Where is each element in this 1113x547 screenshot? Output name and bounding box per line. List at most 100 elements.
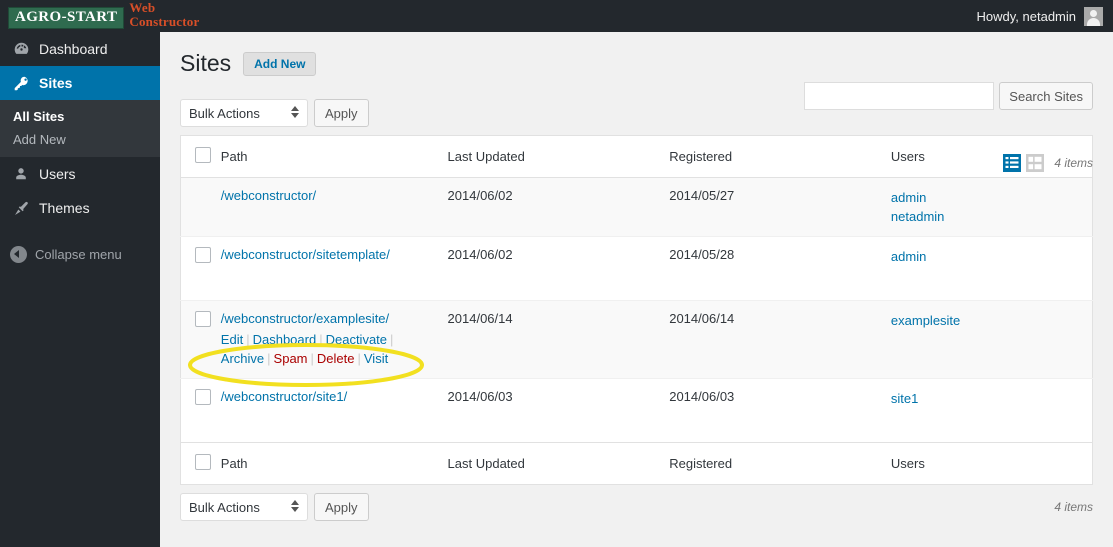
user-link[interactable]: site1 [891, 389, 1092, 408]
row-checkbox[interactable] [195, 389, 211, 405]
row-users-cell: admin [891, 237, 1093, 301]
sidebar-subitem-all-sites[interactable]: All Sites [0, 105, 160, 128]
row-registered-cell: 2014/06/14 [669, 311, 735, 326]
sidebar-item-label: Themes [39, 200, 90, 216]
add-new-site-button[interactable]: Add New [243, 51, 317, 76]
search-input[interactable] [804, 82, 995, 110]
row-checkbox-cell [181, 237, 221, 301]
search-form: Search Sites [804, 82, 1093, 110]
sidebar-subitem-add-new[interactable]: Add New [0, 128, 160, 151]
user-link[interactable]: admin [891, 188, 1092, 207]
screen: AGRO-START Web Constructor Howdy, netadm… [0, 0, 1113, 547]
row-checkbox[interactable] [195, 247, 211, 263]
sidebar-item-dashboard[interactable]: Dashboard [0, 32, 160, 66]
bulk-actions-select-top[interactable]: Bulk Actions [180, 99, 308, 127]
main-content: Sites Add New Search Sites 4 items Bulk … [160, 32, 1113, 547]
column-footer-registered[interactable]: Registered [669, 442, 891, 485]
row-registered-cell: 2014/05/27 [669, 188, 735, 203]
sidebar-divider [0, 225, 160, 237]
bulk-actions-value-top: Bulk Actions [189, 105, 260, 121]
row-checkbox-cell [181, 178, 221, 237]
howdy-account-menu[interactable]: Howdy, netadmin [976, 6, 1113, 26]
column-header-last-updated[interactable]: Last Updated [447, 135, 670, 178]
row-users-cell: examplesite [891, 301, 1093, 379]
user-link[interactable]: admin [891, 247, 1092, 266]
bulk-actions-select-bottom[interactable]: Bulk Actions [180, 493, 308, 521]
row-actions: Edit | Dashboard | Deactivate | Archive | Spam |… [220, 332, 394, 366]
row-action-archive[interactable]: Archive [221, 351, 264, 366]
collapse-menu-button[interactable]: Collapse menu [0, 237, 160, 271]
sidebar-item-label: Dashboard [39, 41, 108, 57]
column-header-path[interactable]: Path [220, 135, 448, 178]
howdy-label: Howdy, netadmin [976, 8, 1076, 24]
row-checkbox[interactable] [195, 311, 211, 327]
table-row: /webconstructor/site1/ 2014/06/03 2014/0… [180, 379, 1093, 443]
page-title: Sites [180, 50, 232, 76]
tablenav-bottom: Bulk Actions Apply 4 items [180, 493, 1093, 521]
site-path-link[interactable]: /webconstructor/ [221, 188, 316, 203]
search-sites-button[interactable]: Search Sites [999, 82, 1093, 110]
admin-bar: AGRO-START Web Constructor Howdy, netadm… [0, 0, 1113, 32]
sites-table-head: Path Last Updated Registered Users [180, 135, 1093, 178]
logo-product-line2: Constructor [129, 14, 200, 29]
excerpt-view-icon[interactable] [1026, 154, 1045, 172]
collapse-arrow-icon [10, 245, 27, 263]
view-mode-switcher: 4 items [1003, 154, 1093, 172]
row-last-updated-cell: 2014/06/14 [447, 311, 513, 326]
table-row: /webconstructor/ 2014/06/02 2014/05/27 a… [180, 177, 1093, 237]
row-users-cell: site1 [891, 379, 1093, 443]
site-path-link[interactable]: /webconstructor/examplesite/ [221, 311, 389, 326]
column-footer-path[interactable]: Path [220, 442, 448, 485]
logo-product-line1: Web [129, 0, 156, 15]
column-footer-last-updated[interactable]: Last Updated [447, 442, 670, 485]
row-checkbox-cell [181, 301, 221, 379]
user-avatar-icon [1084, 6, 1103, 26]
row-action-spam[interactable]: Spam [274, 351, 308, 366]
logo-product-text: Web Constructor [129, 1, 199, 29]
select-arrows-icon [291, 500, 299, 512]
sidebar-item-label: Sites [39, 75, 73, 91]
sites-table-foot: Path Last Updated Registered Users [180, 442, 1093, 485]
site-path-link[interactable]: /webconstructor/site1/ [221, 389, 347, 404]
select-all-checkbox-top[interactable] [195, 147, 211, 163]
brush-icon [10, 200, 32, 217]
sidebar-item-users[interactable]: Users [0, 157, 160, 191]
items-count-bottom: 4 items [1054, 500, 1093, 514]
sidebar-submenu-sites: All Sites Add New [0, 100, 160, 157]
row-last-updated-cell: 2014/06/03 [447, 389, 513, 404]
row-users-cell: admin netadmin [891, 178, 1093, 237]
row-path-cell: /webconstructor/site1/ [221, 379, 448, 443]
row-registered-cell: 2014/06/03 [669, 389, 735, 404]
key-icon [10, 75, 32, 92]
site-logo[interactable]: AGRO-START Web Constructor [0, 0, 199, 32]
row-action-visit[interactable]: Visit [364, 351, 388, 366]
table-row: /webconstructor/examplesite/ Edit | Dashbo… [180, 300, 1093, 379]
column-header-registered[interactable]: Registered [669, 135, 891, 178]
sidebar-item-themes[interactable]: Themes [0, 191, 160, 225]
user-link[interactable]: examplesite [891, 311, 1092, 330]
row-path-cell: /webconstructor/examplesite/ Edit | Dashbo… [221, 301, 448, 379]
select-all-footer [180, 442, 221, 485]
user-link[interactable]: netadmin [891, 207, 1092, 226]
row-path-cell: /webconstructor/sitetemplate/ [221, 237, 448, 301]
table-header-row: Path Last Updated Registered Users [180, 135, 1093, 178]
sidebar-item-sites[interactable]: Sites [0, 66, 168, 100]
site-path-link[interactable]: /webconstructor/sitetemplate/ [221, 247, 390, 262]
row-action-edit[interactable]: Edit [221, 332, 243, 347]
apply-button-bottom[interactable]: Apply [314, 493, 369, 521]
row-action-deactivate[interactable]: Deactivate [326, 332, 387, 347]
logo-brand-text: AGRO-START [8, 7, 125, 29]
list-view-icon[interactable] [1003, 154, 1022, 172]
apply-button-top[interactable]: Apply [314, 99, 369, 127]
row-action-dashboard[interactable]: Dashboard [253, 332, 317, 347]
select-all-header [180, 135, 221, 178]
row-checkbox-cell [181, 379, 221, 443]
row-action-delete[interactable]: Delete [317, 351, 355, 366]
sites-table: Path Last Updated Registered Users /webc… [180, 135, 1093, 485]
table-row: /webconstructor/sitetemplate/ 2014/06/02… [180, 237, 1093, 301]
select-all-checkbox-bottom[interactable] [195, 454, 211, 470]
items-count-top: 4 items [1054, 156, 1093, 170]
bulk-actions-value-bottom: Bulk Actions [189, 499, 260, 515]
user-icon [10, 166, 32, 182]
column-footer-users: Users [890, 442, 1093, 485]
